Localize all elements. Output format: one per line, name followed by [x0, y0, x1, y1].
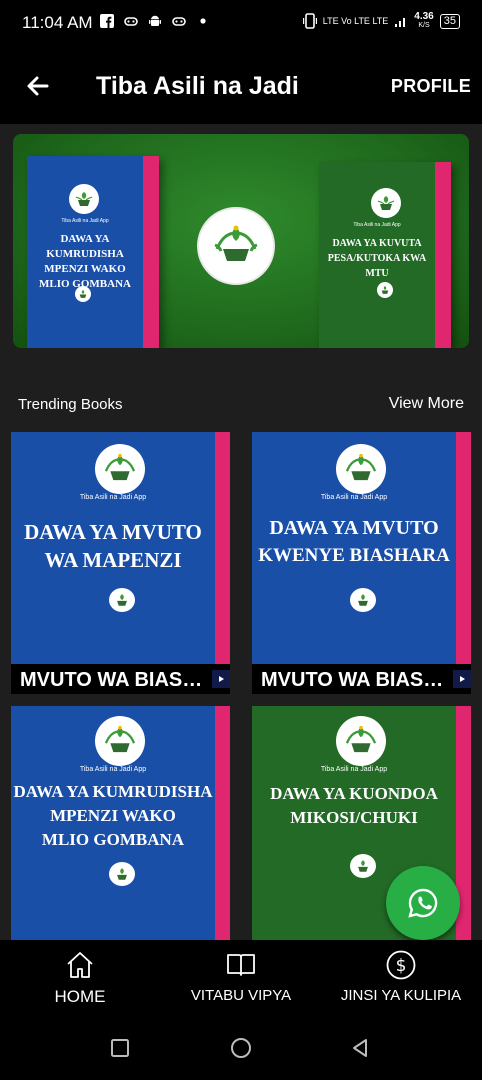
book-cover-line: MLIO GOMBANA	[41, 830, 185, 849]
logo-emblem	[371, 188, 401, 218]
promo-banner[interactable]: Tiba Asili na Jadi App DAWA YA KUMRUDISH…	[13, 134, 469, 348]
book-cover-line: WA MAPENZI	[44, 548, 182, 572]
whatsapp-button[interactable]	[386, 866, 460, 940]
game-controller-icon	[124, 17, 138, 26]
status-bar: 11:04 AM LTE Vo LTE LTE 4.36 K/S 35	[0, 0, 482, 48]
banner-book-left: Tiba Asili na Jadi App DAWA YA KUMRUDISH…	[27, 156, 159, 348]
book-caption: MVUTO WA BIAS…	[11, 664, 230, 694]
logo-emblem	[95, 716, 145, 766]
book-icon	[227, 954, 255, 976]
status-time: 11:04 AM	[22, 13, 93, 32]
logo-emblem	[109, 588, 135, 612]
book-card[interactable]: Tiba Asili na Jadi App DAWA YA MVUTO KWE…	[252, 432, 471, 694]
home-circle-icon[interactable]	[229, 1036, 253, 1060]
dollar-icon: $	[386, 950, 416, 980]
status-right: LTE Vo LTE LTE 4.36 K/S 35	[302, 11, 460, 30]
nav-item-home[interactable]: HOME	[40, 940, 120, 1020]
system-navigation	[0, 1020, 482, 1080]
app-logo	[197, 207, 275, 285]
banner-book-right-title: DAWA YA KUVUTA PESA/KUTOKA KWA MTU	[327, 238, 427, 279]
logo-emblem	[75, 286, 91, 302]
logo-emblem	[336, 716, 386, 766]
book-cover-line: KWENYE BIASHARA	[258, 545, 450, 566]
book-cover-line: MIKOSI/CHUKI	[290, 808, 418, 827]
book-app-label: Tiba Asili na Jadi App	[79, 494, 147, 501]
book-card[interactable]: Tiba Asili na Jadi App DAWA YA KUMRUDISH…	[11, 706, 230, 940]
banner-book-left-tag: Tiba Asili na Jadi App	[61, 218, 109, 224]
whatsapp-icon	[408, 888, 438, 918]
play-icon[interactable]	[212, 670, 230, 688]
game-controller-icon	[172, 17, 186, 26]
nav-label: HOME	[54, 987, 106, 1006]
banner-book-right: Tiba Asili na Jadi App DAWA YA KUVUTA PE…	[319, 162, 451, 348]
view-more-link[interactable]: View More	[389, 395, 464, 413]
book-app-label: Tiba Asili na Jadi App	[79, 766, 147, 773]
book-title: MVUTO WA BIAS…	[20, 669, 203, 691]
app-bar: Tiba Asili na Jadi PROFILE	[0, 48, 482, 124]
notification-icons	[100, 14, 210, 28]
recent-apps-icon[interactable]	[109, 1037, 131, 1059]
logo-emblem	[350, 588, 376, 612]
network-label: LTE Vo LTE LTE	[322, 16, 389, 26]
svg-text:$: $	[396, 956, 407, 976]
play-icon[interactable]	[453, 670, 471, 688]
logo-emblem	[95, 444, 145, 494]
nav-label: VITABU VIPYA	[190, 987, 292, 1004]
nav-item-new-books[interactable]: VITABU VIPYA	[181, 940, 301, 1020]
logo-emblem	[350, 854, 376, 878]
logo-emblem	[109, 862, 135, 886]
nav-item-payment-info[interactable]: $ JINSI YA KULIPIA	[336, 940, 466, 1020]
book-app-label: Tiba Asili na Jadi App	[320, 766, 388, 773]
back-triangle-icon[interactable]	[349, 1037, 371, 1059]
book-app-label: Tiba Asili na Jadi App	[320, 494, 388, 501]
book-caption: MVUTO WA BIAS…	[252, 664, 471, 694]
bottom-navigation: HOME VITABU VIPYA $ JINSI YA KULIPIA	[0, 940, 482, 1020]
section-title: Trending Books	[18, 396, 123, 413]
banner-book-left-title: DAWA YA KUMRUDISHA MPENZI WAKO MLIO GOMB…	[39, 233, 131, 290]
nav-label: JINSI YA KULIPIA	[340, 987, 462, 1004]
book-card[interactable]: Tiba Asili na Jadi App DAWA YA MVUTO WA …	[11, 432, 230, 694]
book-title: MVUTO WA BIAS…	[261, 669, 444, 691]
book-cover-line: DAWA YA MVUTO	[269, 517, 439, 539]
banner-book-right-tag: Tiba Asili na Jadi App	[353, 222, 401, 228]
book-cover-line: DAWA YA MVUTO	[24, 520, 202, 544]
vibrate-icon	[302, 13, 317, 29]
android-icon	[149, 15, 161, 26]
dot-icon	[200, 18, 206, 24]
trending-header: Trending Books View More	[0, 388, 482, 418]
home-icon	[67, 952, 93, 978]
arrow-left-icon[interactable]	[20, 68, 56, 104]
network-speed: 4.36 K/S	[414, 11, 434, 30]
battery-indicator: 35	[439, 13, 460, 29]
page-title: Tiba Asili na Jadi	[96, 72, 299, 100]
logo-emblem	[69, 184, 99, 214]
logo-emblem	[336, 444, 386, 494]
facebook-icon	[100, 14, 114, 28]
logo-emblem	[377, 282, 393, 298]
signal-icon	[395, 18, 406, 27]
profile-button[interactable]: PROFILE	[391, 76, 471, 97]
